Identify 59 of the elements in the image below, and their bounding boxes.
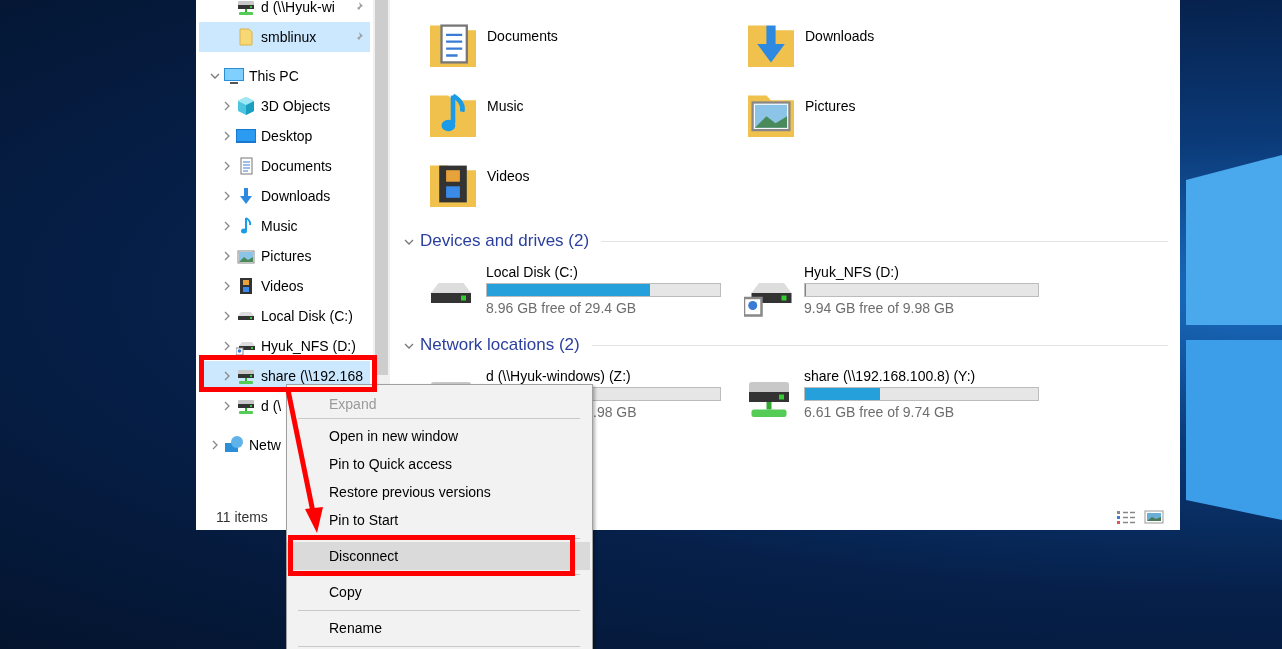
- chevron-right-icon[interactable]: [223, 341, 231, 351]
- drive-name[interactable]: share (\\192.168.100.8) (Y:): [804, 368, 1039, 384]
- tree-item[interactable]: Documents: [199, 151, 370, 181]
- chevron-right-icon[interactable]: [223, 281, 231, 291]
- network-icon: [224, 435, 244, 455]
- tree-item[interactable]: Music: [199, 211, 370, 241]
- folder-label[interactable]: Music: [487, 88, 524, 114]
- drive-name[interactable]: d (\\Hyuk-windows) (Z:): [486, 368, 721, 384]
- large-icons-view-icon[interactable]: [1144, 508, 1164, 525]
- menu-item[interactable]: Copy: [287, 578, 590, 606]
- folder-label[interactable]: Videos: [487, 158, 530, 184]
- computer-icon: [223, 66, 245, 86]
- menu-item[interactable]: Open in new window: [287, 422, 590, 450]
- tree-item[interactable]: d (\\Hyuk-wi: [199, 0, 370, 22]
- drive-name[interactable]: Hyuk_NFS (D:): [804, 264, 1039, 280]
- chevron-down-icon[interactable]: [404, 238, 414, 246]
- free-space-text: 8.96 GB free of 29.4 GB: [486, 300, 638, 316]
- folder-label[interactable]: Downloads: [805, 18, 875, 44]
- chevron-right-icon[interactable]: [223, 191, 231, 201]
- chevron-down-icon[interactable]: [404, 342, 414, 350]
- chevron-right-icon[interactable]: [223, 311, 231, 321]
- menu-item[interactable]: Pin to Quick access: [287, 450, 590, 478]
- chevron-right-icon[interactable]: [211, 440, 219, 450]
- chevron-right-icon[interactable]: [223, 131, 231, 141]
- section-header[interactable]: Network locations (2): [420, 335, 580, 355]
- drive-name[interactable]: Local Disk (C:): [486, 264, 721, 280]
- menu-item[interactable]: Rename: [287, 614, 590, 642]
- chevron-right-icon[interactable]: [223, 401, 231, 411]
- folder-icon: [236, 27, 256, 47]
- tree-item[interactable]: smblinux: [199, 22, 370, 52]
- tree-item[interactable]: Downloads: [199, 181, 370, 211]
- details-view-icon[interactable]: [1116, 508, 1136, 525]
- chevron-right-icon[interactable]: [223, 221, 231, 231]
- chevron-right-icon[interactable]: [223, 161, 231, 171]
- tree-item[interactable]: Pictures: [199, 241, 370, 271]
- tree-item[interactable]: 3D Objects: [199, 91, 370, 121]
- folder-label[interactable]: Pictures: [805, 88, 856, 114]
- tree-item[interactable]: Local Disk (C:): [199, 301, 370, 331]
- folder-label[interactable]: Documents: [487, 18, 558, 44]
- chevron-right-icon[interactable]: [223, 251, 231, 261]
- scrollbar-thumb[interactable]: [375, 0, 388, 375]
- free-space-text: .98 GB: [592, 404, 638, 420]
- tree-item[interactable]: Desktop: [199, 121, 370, 151]
- network-drive-icon: [236, 0, 256, 17]
- tree-item[interactable]: Hyuk_NFS (D:): [199, 331, 370, 361]
- desktop-icon: [235, 126, 257, 146]
- chevron-down-icon[interactable]: [210, 72, 220, 80]
- chevron-right-icon[interactable]: [223, 101, 231, 111]
- menu-item[interactable]: Restore previous versions: [287, 478, 590, 506]
- section-header[interactable]: Devices and drives (2): [420, 231, 590, 251]
- free-space-text: 9.94 GB free of 9.98 GB: [804, 300, 956, 316]
- tree-item[interactable]: Videos: [199, 271, 370, 301]
- menu-item[interactable]: Pin to Start: [287, 506, 590, 534]
- menu-item[interactable]: Disconnect: [287, 542, 590, 570]
- chevron-right-icon[interactable]: [223, 371, 231, 381]
- item-count: 11 items: [216, 508, 268, 525]
- tree-item[interactable]: This PC: [199, 61, 370, 91]
- free-space-text: 6.61 GB free of 9.74 GB: [804, 404, 956, 420]
- cube-icon: [236, 96, 256, 116]
